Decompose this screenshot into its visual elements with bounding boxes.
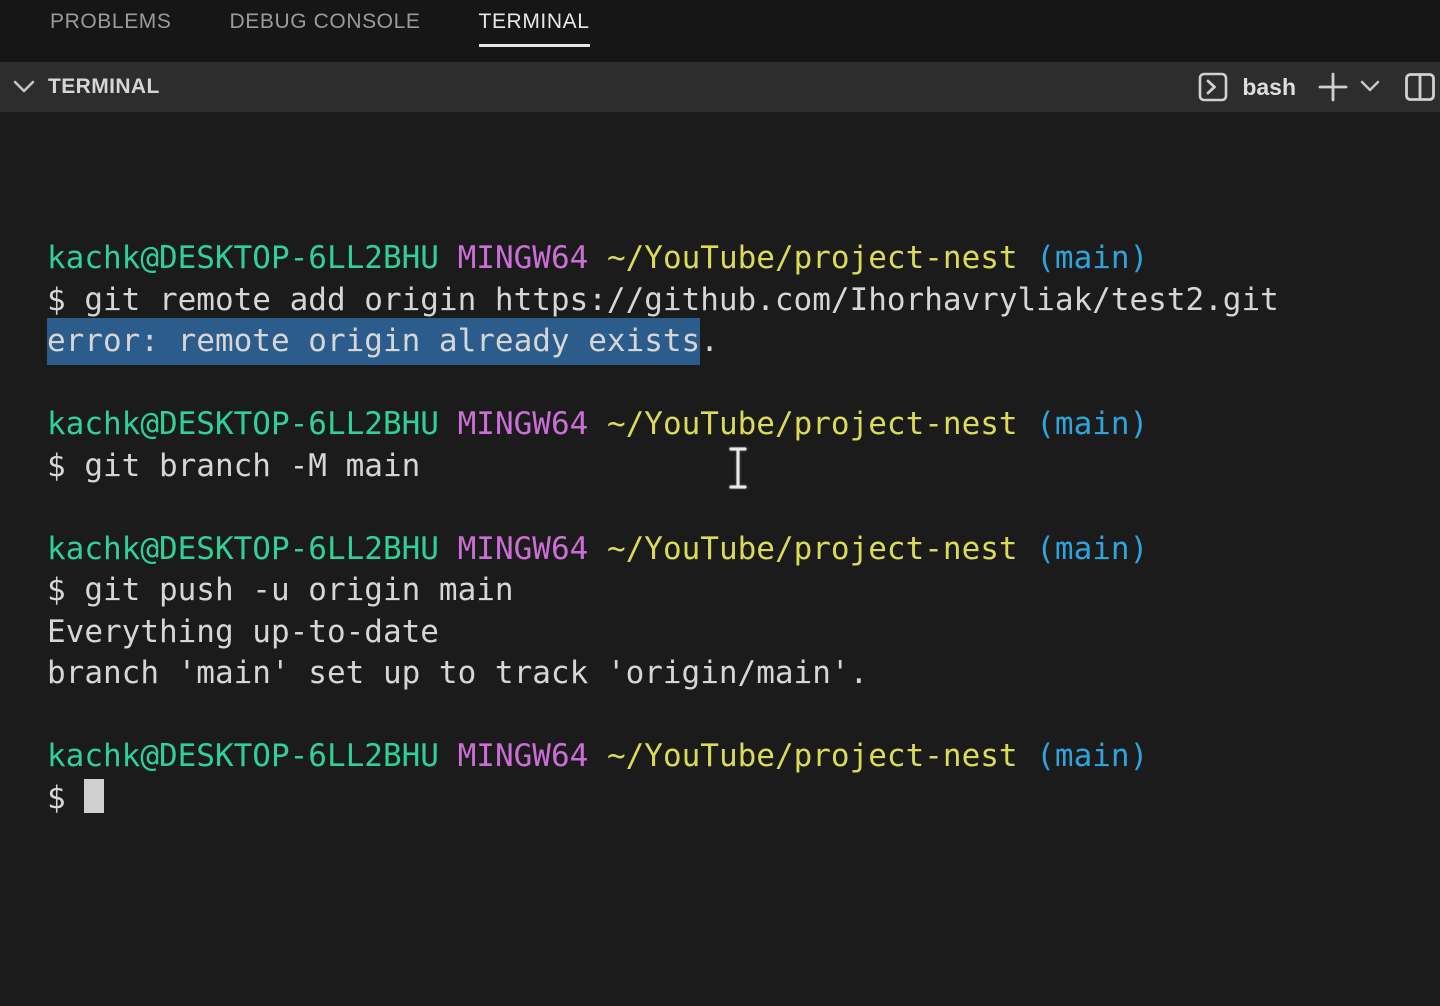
command-line-remote-add: $ git remote add origin https://github.c… [47, 280, 1440, 322]
prompt-user-host: kachk@DESKTOP-6LL2BHU [47, 240, 439, 276]
prompt-user-host: kachk@DESKTOP-6LL2BHU [47, 738, 439, 774]
command-text: $ git push -u origin main [47, 572, 514, 608]
prompt-path: ~/YouTube/project-nest [607, 738, 1018, 774]
blank-line [47, 487, 1440, 529]
prompt-environment: MINGW64 [458, 240, 589, 276]
prompt-branch: (main) [1036, 738, 1148, 774]
output-text: Everything up-to-date [47, 614, 439, 650]
command-text: $ git remote add origin https://github.c… [47, 282, 1279, 318]
prompt-line: kachk@DESKTOP-6LL2BHU MINGW64 ~/YouTube/pr… [47, 404, 1440, 446]
error-trailing-text: . [700, 323, 719, 359]
tab-terminal[interactable]: TERMINAL [479, 10, 590, 47]
chevron-down-icon[interactable] [12, 75, 36, 99]
tab-problems[interactable]: PROBLEMS [50, 10, 172, 47]
shell-name-label[interactable]: bash [1242, 74, 1296, 101]
prompt-path: ~/YouTube/project-nest [607, 240, 1018, 276]
prompt-symbol: $ [47, 780, 66, 816]
active-prompt-line: $ [47, 778, 1440, 820]
terminal-panel-title: TERMINAL [48, 75, 160, 99]
prompt-line: kachk@DESKTOP-6LL2BHU MINGW64 ~/YouTube/pr… [47, 736, 1440, 778]
command-line-push: $ git push -u origin main [47, 570, 1440, 612]
command-line-branch: $ git branch -M main [47, 446, 1440, 488]
prompt-user-host: kachk@DESKTOP-6LL2BHU [47, 531, 439, 567]
prompt-line: kachk@DESKTOP-6LL2BHU MINGW64 ~/YouTube/pr… [47, 238, 1440, 280]
prompt-user-host: kachk@DESKTOP-6LL2BHU [47, 406, 439, 442]
terminal-content[interactable]: kachk@DESKTOP-6LL2BHU MINGW64 ~/YouTube/pr… [0, 112, 1440, 1006]
output-text: branch 'main' set up to track 'origin/ma… [47, 655, 868, 691]
terminal-panel-header: TERMINAL bash [0, 62, 1440, 112]
output-line-track: branch 'main' set up to track 'origin/ma… [47, 653, 1440, 695]
blank-line [47, 695, 1440, 737]
panel-tab-bar: PROBLEMS DEBUG CONSOLE TERMINAL [0, 0, 1440, 62]
selected-error-text: error: remote origin already exists [47, 318, 700, 365]
prompt-path: ~/YouTube/project-nest [607, 406, 1018, 442]
split-terminal-icon[interactable] [1404, 71, 1436, 103]
blank-line [47, 363, 1440, 405]
prompt-branch: (main) [1036, 406, 1148, 442]
error-output-line: error: remote origin already exists. [47, 321, 1440, 363]
chevron-down-icon[interactable] [1358, 79, 1382, 95]
prompt-branch: (main) [1036, 240, 1148, 276]
prompt-environment: MINGW64 [458, 738, 589, 774]
terminal-block-cursor [84, 779, 104, 813]
tab-debug-console[interactable]: DEBUG CONSOLE [230, 10, 421, 47]
plus-icon[interactable] [1316, 70, 1350, 104]
prompt-line: kachk@DESKTOP-6LL2BHU MINGW64 ~/YouTube/pr… [47, 529, 1440, 571]
terminal-icon [1198, 72, 1228, 102]
prompt-environment: MINGW64 [458, 531, 589, 567]
prompt-branch: (main) [1036, 531, 1148, 567]
prompt-environment: MINGW64 [458, 406, 589, 442]
prompt-path: ~/YouTube/project-nest [607, 531, 1018, 567]
command-text: $ git branch -M main [47, 448, 420, 484]
output-line-up-to-date: Everything up-to-date [47, 612, 1440, 654]
